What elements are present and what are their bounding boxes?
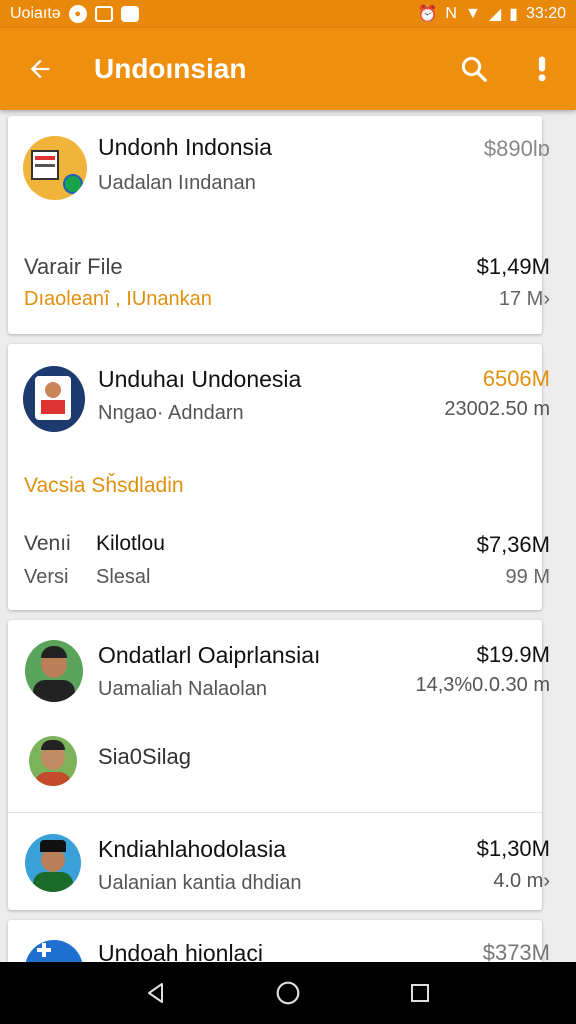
nav-recents-button[interactable] bbox=[390, 962, 450, 1024]
photo-icon bbox=[94, 6, 113, 22]
status-bar: Uoiaıtə ● ⏰ N ▼ ◢ ▮ 33:20 bbox=[0, 0, 576, 28]
search-button[interactable] bbox=[440, 28, 508, 110]
app-thumbnail bbox=[23, 366, 85, 432]
item-amount: $19.9M bbox=[476, 642, 550, 667]
item-amount: $1,30M bbox=[476, 836, 550, 861]
item-amount: 6506M bbox=[482, 366, 550, 391]
row-amount: 99 M bbox=[505, 566, 550, 588]
avatar bbox=[29, 736, 77, 786]
item-time: 23002.50 m bbox=[444, 398, 550, 420]
section-label: Vacsia Sȟsdladin bbox=[24, 474, 184, 497]
row-label: Versi bbox=[24, 566, 69, 588]
row-amount: $1,49M bbox=[476, 254, 550, 279]
download-card[interactable]: Unduhaı Undonesia Nngao· Adndarn 6506M 2… bbox=[8, 344, 550, 610]
row-value: Slesal bbox=[96, 566, 151, 588]
item-title: Sia0Silag bbox=[98, 744, 191, 769]
status-time: 33:20 bbox=[525, 5, 566, 22]
arrow-back-icon bbox=[30, 59, 50, 79]
app-thumbnail bbox=[23, 136, 87, 200]
item-subtitle: Uadalan Iındanan bbox=[98, 172, 256, 194]
row-value: Kilotlou bbox=[96, 532, 165, 555]
download-card[interactable]: Ondatlarl Oaiprlansiaı Uamaliah Nalaolan… bbox=[8, 620, 550, 910]
row-label: Varair File bbox=[24, 254, 123, 279]
home-circle-icon bbox=[276, 981, 300, 1005]
item-title: Unduhaı Undonesia bbox=[98, 366, 302, 392]
item-title: Kndiahlahodolasia bbox=[98, 836, 286, 862]
item-subtitle: Ualanian kantia dhdian bbox=[98, 872, 302, 894]
avatar bbox=[25, 640, 83, 702]
back-triangle-icon bbox=[148, 983, 163, 1003]
row-label: Venıi bbox=[24, 532, 71, 555]
battery-icon: ▮ bbox=[509, 6, 518, 23]
back-button[interactable] bbox=[0, 28, 80, 110]
divider bbox=[8, 812, 542, 813]
item-title: Ondatlarl Oaiprlansiaı bbox=[98, 642, 321, 668]
navigation-bar bbox=[0, 962, 576, 1024]
row-amount: $7,36M bbox=[476, 532, 550, 557]
signal-icon: ◢ bbox=[488, 6, 502, 23]
more-button[interactable] bbox=[508, 28, 576, 110]
item-amount: $890lɒ bbox=[483, 136, 550, 161]
status-left-text: Uoiaıtə bbox=[10, 5, 61, 22]
item-subtitle: Uamaliah Nalaolan bbox=[98, 678, 267, 700]
carrier-text: N bbox=[445, 5, 457, 22]
item-title: Undonh Indonsia bbox=[98, 134, 272, 160]
item-subtitle: Nngao· Adndarn bbox=[98, 402, 244, 424]
recents-square-icon bbox=[411, 984, 429, 1002]
nav-home-button[interactable] bbox=[258, 962, 318, 1024]
item-time: 14,3%0.0.30 m bbox=[415, 674, 550, 696]
avatar bbox=[25, 834, 81, 892]
item-time: 4.0 m› bbox=[493, 870, 550, 892]
more-vert-icon bbox=[538, 56, 546, 82]
row-sub-value: 17 M› bbox=[498, 288, 550, 310]
notification-icon: ● bbox=[68, 5, 87, 23]
alarm-icon: ⏰ bbox=[417, 6, 438, 23]
wifi-icon: ▼ bbox=[464, 5, 481, 22]
download-card[interactable]: Undonh Indonsia Uadalan Iındanan $890lɒ … bbox=[8, 116, 550, 334]
app-bar: Undoınsian bbox=[0, 28, 576, 110]
row-sub-label: Dıaoleanî , IUnankan bbox=[24, 288, 212, 310]
message-icon bbox=[120, 6, 139, 22]
page-title: Undoınsian bbox=[94, 53, 247, 84]
search-icon bbox=[461, 56, 487, 82]
nav-back-button[interactable] bbox=[126, 962, 186, 1024]
